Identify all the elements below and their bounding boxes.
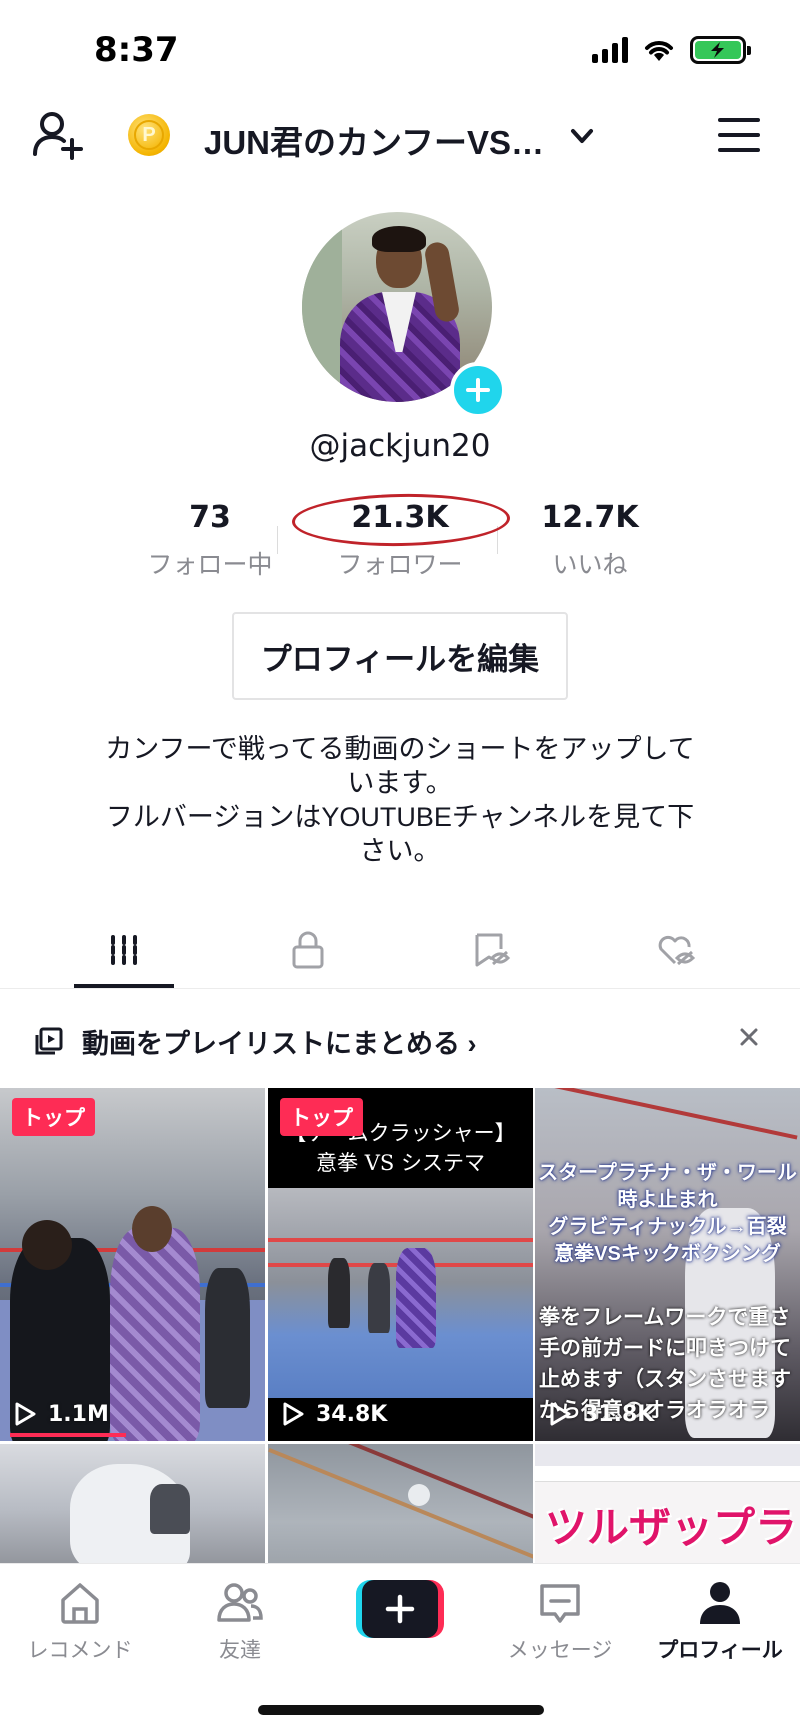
view-count: 34.8K <box>280 1401 387 1427</box>
nav-home[interactable]: レコメンド <box>0 1578 160 1664</box>
plus-icon <box>385 1594 415 1624</box>
bio-line: カンフーで戦ってる動画のショートをアップして <box>105 734 695 764</box>
tab-private[interactable] <box>208 910 408 990</box>
caption-line: 時よ止まれ <box>617 1189 718 1211</box>
coin-letter: P <box>134 120 164 150</box>
caption-line: スタープラチナ・ザ・ワール <box>538 1162 797 1184</box>
play-icon <box>550 1402 571 1426</box>
video-caption: スタープラチナ・ザ・ワール 時よ止まれ グラビティナックル→百裂 意拳VSキック… <box>535 1160 800 1268</box>
view-count: 31.8K <box>547 1401 654 1427</box>
likes-count: 12.7K <box>541 500 639 535</box>
video-grid: トップ 1.1M 【ゲームクラッシャー】 意拳 VS システマ トップ 34.8… <box>0 1088 800 1563</box>
view-count-text: 34.8K <box>316 1401 388 1427</box>
friends-icon <box>217 1583 263 1622</box>
caption-line: 意拳VSキックボクシング <box>554 1243 781 1265</box>
tab-favorites[interactable] <box>392 910 592 990</box>
subtitle-line: 止めます（スタンさせます <box>539 1368 791 1391</box>
followers-label: フォロワー <box>337 551 463 579</box>
caption-line: 意拳 VS システマ <box>316 1151 485 1175</box>
bio-line: います。 <box>347 768 453 798</box>
nav-friends[interactable]: 友達 <box>160 1578 320 1664</box>
edit-profile-button[interactable]: プロフィールを編集 <box>232 612 568 700</box>
video-thumbnail[interactable]: トップ 1.1M <box>0 1088 265 1441</box>
account-title[interactable]: JUN君のカンフーVS… <box>204 116 544 164</box>
grid-icon <box>111 935 137 965</box>
nav-profile[interactable]: プロフィール <box>640 1578 800 1664</box>
nav-inbox-label: メッセージ <box>507 1639 613 1662</box>
status-time: 8:37 <box>94 30 179 70</box>
home-indicator <box>258 1705 544 1715</box>
top-badge: トップ <box>280 1098 363 1136</box>
bio: カンフーで戦ってる動画のショートをアップして います。 フルバージョンはYOUT… <box>70 732 730 868</box>
bottom-nav: レコメンド 友達 メッセージ プロフィール <box>0 1563 800 1731</box>
playlist-text[interactable]: 動画をプレイリストにまとめる › <box>82 1022 477 1061</box>
play-icon <box>283 1402 304 1426</box>
bookmark-hidden-icon <box>475 933 511 967</box>
video-thumbnail[interactable]: ツルザップラ <box>535 1444 800 1563</box>
bio-line: さい。 <box>359 836 441 866</box>
nav-home-label: レコメンド <box>27 1639 133 1662</box>
profile-icon <box>700 1582 740 1624</box>
watched-indicator <box>10 1433 126 1437</box>
stat-likes[interactable]: 12.7K いいね <box>490 500 690 581</box>
playlist-icon <box>35 1027 63 1055</box>
view-count: 1.1M <box>12 1401 109 1427</box>
stat-following[interactable]: 73 フォロー中 <box>110 500 310 581</box>
stat-divider <box>277 526 278 554</box>
message-icon <box>540 1584 580 1623</box>
tab-videos[interactable] <box>24 910 224 990</box>
view-count-text: 31.8K <box>583 1401 655 1427</box>
add-avatar-button[interactable] <box>450 362 506 418</box>
wifi-icon <box>645 41 673 61</box>
tab-liked[interactable] <box>576 910 776 990</box>
status-bar: 8:37 <box>0 0 800 100</box>
top-bar: P JUN君のカンフーVS… <box>0 100 800 170</box>
lock-icon <box>292 931 324 969</box>
plus-icon <box>466 378 490 402</box>
view-count-text: 1.1M <box>48 1401 109 1427</box>
status-icons <box>592 36 751 64</box>
video-banner-text: ツルザップラ <box>545 1504 798 1551</box>
likes-label: いいね <box>552 551 628 579</box>
menu-icon[interactable] <box>718 118 760 152</box>
close-icon[interactable] <box>738 1026 760 1048</box>
play-icon <box>15 1402 36 1426</box>
coin-icon[interactable]: P <box>128 114 170 156</box>
subtitle-line: 拳をフレームワークで重さ <box>539 1306 791 1329</box>
home-icon <box>61 1583 99 1624</box>
nav-inbox[interactable]: メッセージ <box>480 1578 640 1664</box>
top-badge: トップ <box>12 1098 95 1136</box>
content-tabs <box>0 910 800 990</box>
create-button[interactable] <box>356 1580 444 1638</box>
following-count: 73 <box>189 500 231 535</box>
bio-line: フルバージョンはYOUTUBEチャンネルを見て下 <box>105 802 695 832</box>
chevron-down-icon[interactable] <box>568 122 596 150</box>
video-thumbnail[interactable]: 【ゲームクラッシャー】 意拳 VS システマ トップ 34.8K <box>268 1088 533 1441</box>
subtitle-line: 手の前ガードに叩きつけて <box>539 1337 791 1360</box>
video-thumbnail[interactable] <box>268 1444 533 1563</box>
nav-friends-label: 友達 <box>219 1639 261 1662</box>
nav-profile-label: プロフィール <box>657 1639 783 1662</box>
username: @jackjun20 <box>309 428 491 464</box>
add-user-icon[interactable] <box>32 110 84 160</box>
battery-icon <box>690 36 751 64</box>
divider <box>0 988 800 989</box>
heart-hidden-icon <box>658 935 696 966</box>
signal-icon <box>592 37 628 63</box>
video-thumbnail[interactable]: スタープラチナ・ザ・ワール 時よ止まれ グラビティナックル→百裂 意拳VSキック… <box>535 1088 800 1441</box>
video-thumbnail[interactable] <box>0 1444 265 1563</box>
playlist-banner[interactable]: 動画をプレイリストにまとめる › <box>0 1000 800 1080</box>
following-label: フォロー中 <box>147 551 273 579</box>
caption-line: グラビティナックル→百裂 <box>548 1216 787 1238</box>
